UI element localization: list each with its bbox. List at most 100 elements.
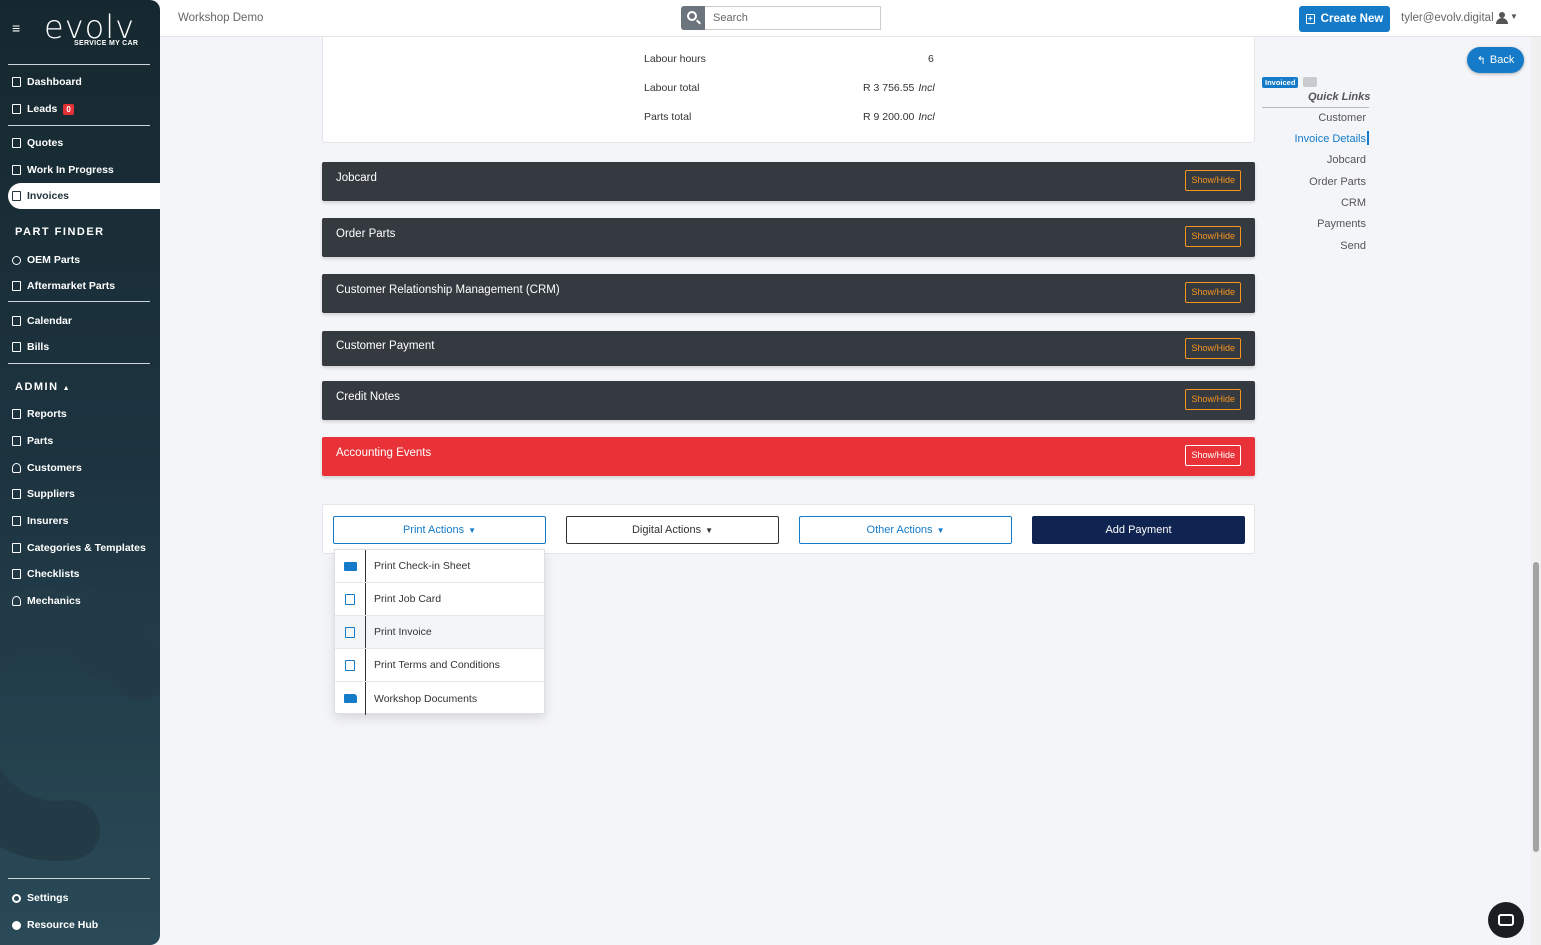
- create-new-button[interactable]: + Create New: [1299, 6, 1390, 32]
- menu-item-print-check-in-sheet[interactable]: Print Check-in Sheet: [335, 550, 544, 583]
- chevron-down-icon[interactable]: ▼: [1510, 12, 1518, 21]
- quick-link-customer[interactable]: Customer: [1318, 112, 1366, 124]
- show-hide-button[interactable]: Show/Hide: [1185, 445, 1241, 466]
- search-icon: [12, 255, 21, 265]
- sidebar-item-invoices[interactable]: Invoices: [8, 183, 160, 209]
- add-payment-label: Add Payment: [1105, 524, 1172, 536]
- show-hide-button[interactable]: Show/Hide: [1185, 170, 1241, 191]
- menu-item-label: Workshop Documents: [374, 692, 478, 705]
- user-email[interactable]: tyler@evolv.digital: [1401, 12, 1494, 24]
- sidebar-item-checklists[interactable]: Checklists: [12, 566, 80, 582]
- list-icon: [12, 543, 21, 553]
- sidebar-item-label: Invoices: [27, 190, 70, 202]
- section-admin-label: ADMIN: [15, 381, 59, 393]
- labour-hours-label: Labour hours: [644, 53, 706, 65]
- menu-item-print-job-card[interactable]: Print Job Card: [335, 583, 544, 616]
- sidebar-item-label: Leads: [27, 103, 58, 115]
- help-icon: [12, 920, 21, 930]
- sidebar-item-aftermarket-parts[interactable]: Aftermarket Parts: [12, 278, 115, 294]
- quick-link-payments[interactable]: Payments: [1317, 218, 1366, 230]
- parts-total-value: R 9 200.00 Incl: [863, 111, 935, 123]
- sidebar-item-work-in-progress[interactable]: Work In Progress: [12, 162, 114, 178]
- sidebar-item-parts[interactable]: Parts: [12, 433, 53, 449]
- search-input[interactable]: [705, 6, 881, 30]
- sidebar-item-oem-parts[interactable]: OEM Parts: [12, 252, 80, 268]
- sidebar-item-quotes[interactable]: Quotes: [12, 135, 63, 151]
- sidebar-item-label: OEM Parts: [27, 254, 81, 266]
- parts-icon: [12, 281, 21, 291]
- menu-item-label: Print Terms and Conditions: [374, 659, 500, 671]
- sidebar-item-label: Mechanics: [27, 595, 81, 607]
- section-admin[interactable]: ADMIN ▲: [15, 381, 71, 393]
- tax-inclusive-label: Incl: [918, 82, 935, 94]
- add-payment-button[interactable]: Add Payment: [1032, 516, 1245, 544]
- show-hide-button[interactable]: Show/Hide: [1185, 338, 1241, 359]
- section-accounting-events[interactable]: Accounting Events Show/Hide: [322, 437, 1255, 476]
- create-new-label: Create New: [1320, 13, 1384, 25]
- parts-total-amount: R 9 200.00: [863, 111, 915, 123]
- status-badge: Invoiced: [1262, 77, 1299, 88]
- section-crm[interactable]: Customer Relationship Management (CRM) Sh…: [322, 274, 1255, 313]
- sidebar-item-dashboard[interactable]: Dashboard: [12, 74, 82, 90]
- labour-hours-value: 6: [928, 53, 934, 65]
- sidebar-item-insurers[interactable]: Insurers: [12, 513, 68, 529]
- invoice-icon: [12, 191, 21, 201]
- menu-item-label: Print Invoice: [374, 626, 432, 638]
- sidebar-item-reports[interactable]: Reports: [12, 406, 67, 422]
- menu-icon-cell: [335, 616, 366, 648]
- caret-down-icon: ▼: [936, 525, 945, 535]
- divider: [8, 301, 150, 302]
- id-card-icon: [343, 561, 357, 571]
- quick-link-crm[interactable]: CRM: [1341, 197, 1366, 209]
- menu-icon-cell: [335, 682, 366, 715]
- sidebar-item-suppliers[interactable]: Suppliers: [12, 486, 75, 502]
- section-jobcard[interactable]: Jobcard Show/Hide: [322, 162, 1255, 201]
- parts-total-label: Parts total: [644, 111, 692, 123]
- quick-link-jobcard[interactable]: Jobcard: [1327, 154, 1366, 166]
- sidebar-item-calendar[interactable]: Calendar: [12, 313, 72, 329]
- quick-link-order-parts[interactable]: Order Parts: [1309, 176, 1366, 188]
- print-actions-button[interactable]: Print Actions ▼: [333, 516, 546, 544]
- section-customer-payment[interactable]: Customer Payment Show/Hide: [322, 331, 1255, 366]
- section-credit-notes[interactable]: Credit Notes Show/Hide: [322, 381, 1255, 420]
- print-actions-label: Print Actions: [402, 524, 465, 536]
- show-hide-button[interactable]: Show/Hide: [1185, 226, 1241, 247]
- caret-down-icon: ▼: [705, 525, 713, 535]
- menu-icon-cell: [335, 649, 366, 681]
- show-hide-button[interactable]: Show/Hide: [1185, 389, 1241, 410]
- menu-item-print-invoice[interactable]: Print Invoice: [335, 616, 544, 649]
- gear-icon: [12, 893, 21, 903]
- section-title: Customer Payment: [336, 340, 435, 352]
- other-actions-button[interactable]: Other Actions ▼: [799, 516, 1012, 544]
- scrollbar[interactable]: [1531, 37, 1541, 945]
- caret-down-icon: ▼: [468, 525, 477, 535]
- sidebar-item-categories-templates[interactable]: Categories & Templates: [12, 540, 146, 556]
- digital-actions-button[interactable]: Digital Actions ▼: [566, 516, 779, 544]
- clipboard-icon: [345, 593, 355, 605]
- chat-button[interactable]: [1488, 902, 1524, 938]
- section-order-parts[interactable]: Order Parts Show/Hide: [322, 218, 1255, 257]
- sidebar-item-label: Reports: [27, 408, 67, 420]
- user-icon[interactable]: [1495, 12, 1509, 24]
- brand-logo[interactable]: evolv SERVICE MY CAR: [44, 8, 138, 47]
- scrollbar-thumb[interactable]: [1533, 562, 1539, 852]
- sidebar-item-label: Aftermarket Parts: [27, 280, 116, 292]
- calendar-icon: [12, 316, 21, 326]
- sidebar-item-leads[interactable]: Leads 0: [12, 101, 74, 117]
- sidebar-item-bills[interactable]: Bills: [12, 339, 49, 355]
- sidebar-item-resource-hub[interactable]: Resource Hub: [12, 917, 98, 933]
- menu-toggle-icon[interactable]: ≡: [12, 20, 20, 36]
- show-hide-button[interactable]: Show/Hide: [1185, 282, 1241, 303]
- sidebar-item-customers[interactable]: Customers: [12, 460, 82, 476]
- quick-link-send[interactable]: Send: [1340, 240, 1366, 252]
- back-button[interactable]: ↰ Back: [1467, 47, 1524, 73]
- sidebar: ≡ evolv SERVICE MY CAR Dashboard Leads 0 …: [0, 0, 160, 945]
- sidebar-item-mechanics[interactable]: Mechanics: [12, 593, 81, 609]
- active-indicator: [1367, 131, 1369, 145]
- menu-item-workshop-documents[interactable]: Workshop Documents: [335, 682, 544, 715]
- brand-name: evolv: [44, 8, 136, 46]
- menu-item-print-terms[interactable]: Print Terms and Conditions: [335, 649, 544, 682]
- search-button[interactable]: [681, 6, 705, 30]
- sidebar-item-settings[interactable]: Settings: [12, 890, 68, 906]
- quick-link-invoice-details[interactable]: Invoice Details: [1294, 133, 1366, 145]
